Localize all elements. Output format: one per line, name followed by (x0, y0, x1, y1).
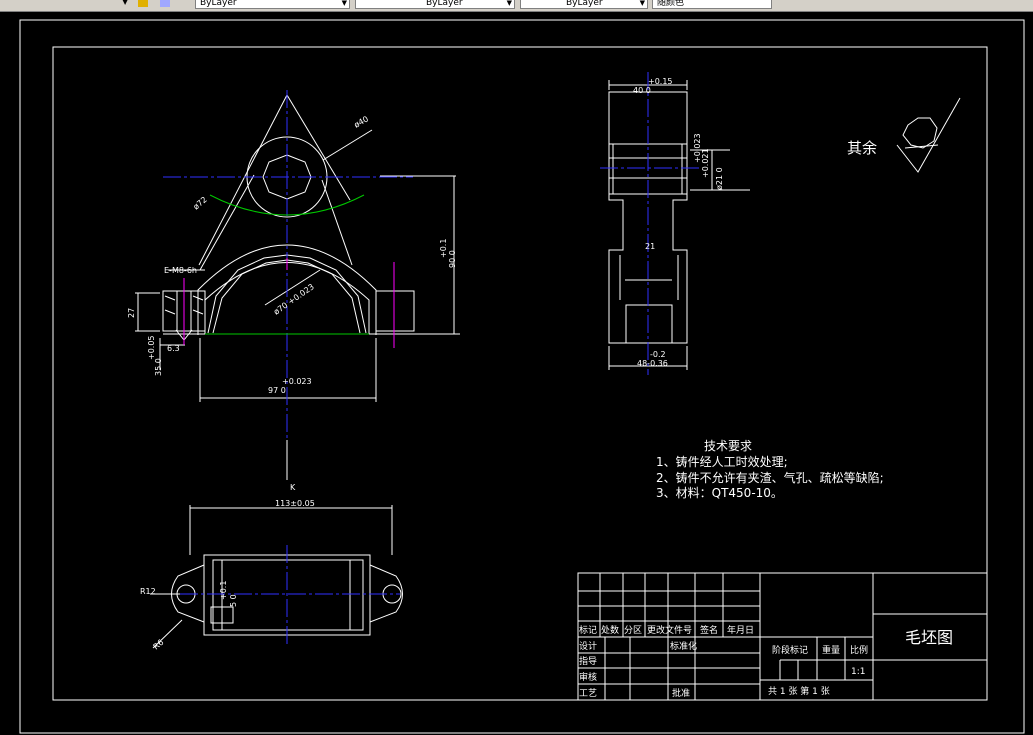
front-view (135, 94, 460, 402)
tb-design: 设计 (579, 640, 597, 652)
tb-date: 年月日 (727, 624, 754, 636)
r12-label: R12 (140, 587, 156, 596)
side-top-val: 40 0 (633, 86, 651, 95)
tb-guide: 指导 (579, 655, 597, 667)
tech-line-1: 1、铸件经人工时效处理; (656, 454, 788, 469)
k-label: K (290, 483, 296, 492)
thread-label: E-M8-6h (164, 266, 197, 275)
tb-sign: 签名 (700, 624, 718, 636)
tb-std: 标准化 (670, 640, 697, 652)
height-val: 90 0 (448, 250, 457, 268)
tb-weight: 重量 (822, 644, 840, 656)
roughness-symbol (896, 97, 961, 173)
cad-drawing: ø40 ø72 E-M8-6h +0.1 90 0 ø70 +0.023 27 … (19, 19, 1025, 734)
depth-label: 27 (127, 308, 136, 318)
roughness-label: 其余 (847, 139, 877, 157)
tech-line-2: 2、铸件不允许有夹渣、气孔、疏松等缺陷; (656, 470, 884, 485)
dim-35: 35 0 (154, 358, 163, 376)
width-val: 97 0 (268, 386, 286, 395)
tb-approve: 批准 (672, 687, 690, 699)
tb-sheets: 共 1 张 第 1 张 (768, 685, 830, 697)
tb-zone: 分区 (624, 625, 642, 636)
tech-title: 技术要求 (704, 439, 752, 453)
tol-small: +0.05 (147, 335, 156, 360)
tb-stage: 阶段标记 (772, 644, 808, 656)
tb-craft: 工艺 (579, 688, 597, 699)
inner-dia: ø70 +0.023 (272, 282, 316, 316)
side-bottom-val: 48-0.36 (637, 359, 668, 368)
side-top-tol: +0.15 (648, 77, 673, 86)
side-bottom-tol: -0.2 (650, 350, 666, 359)
tb-count: 处数 (601, 624, 619, 636)
tb-mark: 标记 (579, 624, 597, 636)
width-tol: +0.023 (282, 377, 312, 386)
tb-scale-val: 1:1 (851, 667, 865, 677)
tb-check: 审核 (579, 671, 597, 683)
height-tol: +0.1 (439, 239, 448, 258)
bottom-view (150, 505, 403, 649)
drawing-name: 毛坯图 (905, 628, 953, 647)
small-dim: 6.3 (167, 344, 180, 353)
side-tol-b: +0.021 (701, 148, 710, 178)
length-label: 113±0.05 (275, 499, 315, 508)
r6-label: R6 (152, 638, 166, 652)
r72-label: ø72 (192, 195, 209, 212)
side-view (608, 80, 750, 370)
bottom-tol: +0.1 (219, 581, 228, 600)
tech-line-3: 3、材料：QT450-10。 (656, 486, 783, 500)
side-dim-21: 21 (645, 242, 655, 251)
tb-doc: 更改文件号 (647, 624, 692, 636)
side-tol-c: ø21 0 (715, 167, 724, 190)
tb-scale: 比例 (850, 644, 868, 656)
dia-40-label: ø40 (353, 114, 371, 129)
bottom-tol-val: 5 0 (229, 594, 238, 607)
